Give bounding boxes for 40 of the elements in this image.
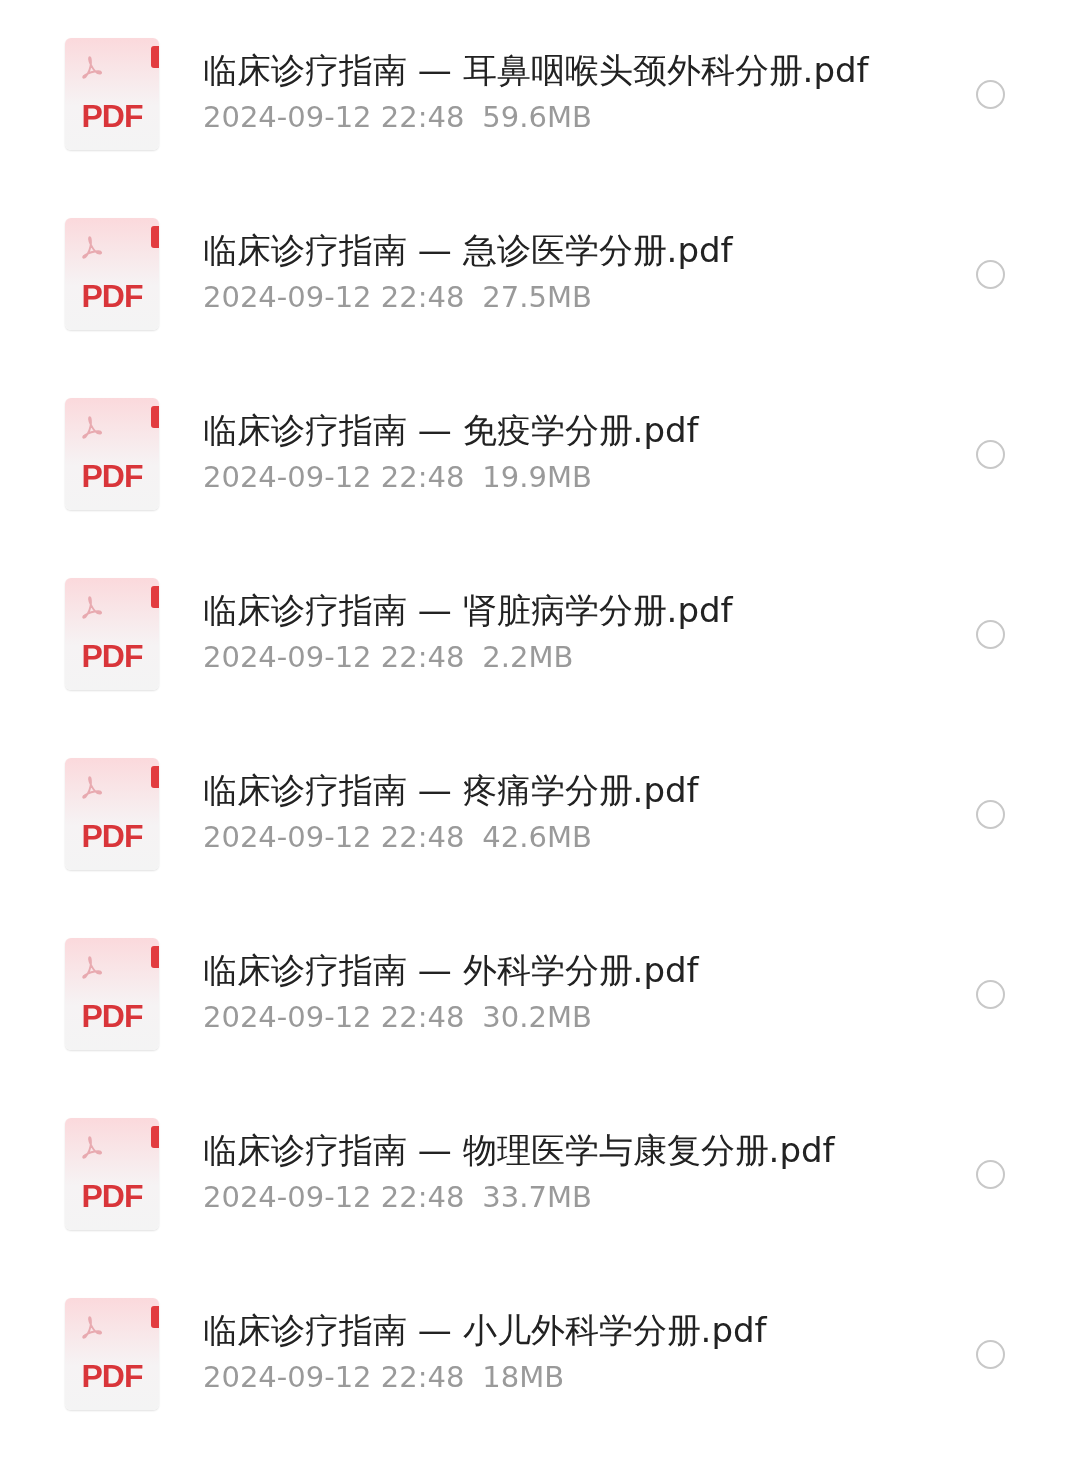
select-radio[interactable] [976,79,1005,109]
pdf-file-icon: PDF [65,1118,159,1230]
file-size: 2.2MB [482,639,574,676]
pdf-file-icon: PDF [65,938,159,1050]
file-name[interactable]: 临床诊疗指南 — 耳鼻咽喉头颈外科分册.pdf [203,47,873,94]
file-date: 2024-09-12 22:48 [203,639,465,676]
select-radio[interactable] [976,1159,1005,1189]
pdf-file-icon: PDF [65,578,159,690]
file-name[interactable]: 临床诊疗指南 — 小儿外科学分册.pdf [203,1307,873,1354]
file-date: 2024-09-12 22:48 [203,999,465,1036]
select-radio[interactable] [976,979,1005,1009]
file-size: 59.6MB [482,99,592,136]
file-size: 18MB [482,1359,565,1396]
select-radio[interactable] [976,799,1005,829]
file-name[interactable]: 临床诊疗指南 — 免疫学分册.pdf [203,407,873,454]
file-size: 19.9MB [482,459,592,496]
file-date: 2024-09-12 22:48 [203,99,465,136]
file-name[interactable]: 临床诊疗指南 — 疼痛学分册.pdf [203,767,873,814]
file-date: 2024-09-12 22:48 [203,279,465,316]
select-radio[interactable] [976,619,1005,649]
pdf-file-icon: PDF [65,1298,159,1410]
file-date: 2024-09-12 22:48 [203,459,465,496]
pdf-file-icon: PDF [65,398,159,510]
file-name[interactable]: 临床诊疗指南 — 物理医学与康复分册.pdf [203,1127,873,1174]
file-name[interactable]: 临床诊疗指南 — 外科学分册.pdf [203,947,873,994]
file-size: 33.7MB [482,1179,592,1216]
pdf-file-icon: PDF [65,218,159,330]
pdf-file-icon: PDF [65,758,159,870]
file-name[interactable]: 临床诊疗指南 — 肾脏病学分册.pdf [203,587,873,634]
file-date: 2024-09-12 22:48 [203,1179,465,1216]
select-radio[interactable] [976,1339,1005,1369]
file-name[interactable]: 临床诊疗指南 — 急诊医学分册.pdf [203,227,873,274]
select-radio[interactable] [976,439,1005,469]
pdf-file-icon: PDF [65,38,159,150]
file-size: 30.2MB [482,999,592,1036]
select-radio[interactable] [976,259,1005,289]
file-size: 27.5MB [482,279,592,316]
file-date: 2024-09-12 22:48 [203,819,465,856]
file-date: 2024-09-12 22:48 [203,1359,465,1396]
file-size: 42.6MB [482,819,592,856]
